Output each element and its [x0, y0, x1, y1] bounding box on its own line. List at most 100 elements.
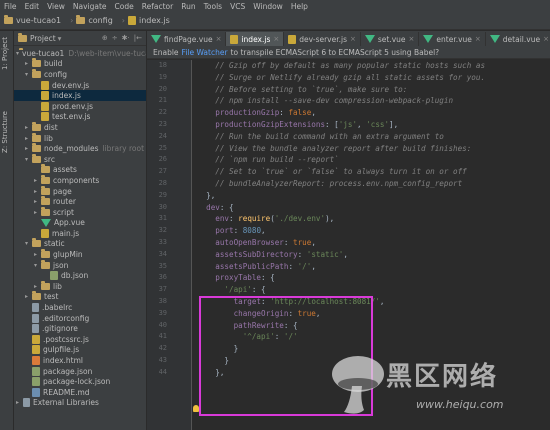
chevron-right-icon[interactable]: ▸ [25, 124, 32, 131]
close-icon[interactable]: × [475, 35, 481, 43]
tree-item[interactable]: ▸ lib [14, 280, 146, 292]
chevron-down-icon[interactable]: ▾ [25, 156, 32, 163]
chevron-right-icon[interactable]: ▸ [34, 209, 41, 216]
tab-dev-server-js[interactable]: dev-server.js × [284, 32, 361, 46]
menu-item-tools[interactable]: Tools [200, 2, 226, 11]
menu-item-navigate[interactable]: Navigate [69, 2, 111, 11]
menu-item-help[interactable]: Help [287, 2, 312, 11]
menu-item-run[interactable]: Run [177, 2, 199, 11]
structure-tool-tab[interactable]: Z: Structure [1, 111, 9, 153]
tree-item[interactable]: ▸ lib [14, 132, 146, 144]
chevron-right-icon[interactable]: ▸ [34, 251, 41, 258]
close-icon[interactable]: × [273, 35, 279, 43]
chevron-down-icon[interactable]: ▾ [34, 262, 41, 269]
menu-item-window[interactable]: Window [249, 2, 287, 11]
chevron-right-icon[interactable]: ▸ [25, 135, 32, 142]
lightbulb-icon[interactable] [193, 405, 199, 412]
tab-index-js[interactable]: index.js × [226, 32, 285, 46]
menu-item-code[interactable]: Code [111, 2, 138, 11]
tree-item-label: db.json [61, 271, 89, 281]
tree-item[interactable]: ▸ test [14, 291, 146, 303]
code-token: , [379, 296, 385, 306]
breadcrumb-project[interactable]: vue-tucao1 [4, 15, 61, 25]
locate-icon[interactable]: ⊕ [102, 34, 108, 42]
tab-enter-vue[interactable]: enter.vue × [419, 32, 486, 46]
tree-item[interactable]: package.json [14, 366, 146, 377]
tree-item[interactable]: gulpfile.js [14, 345, 146, 356]
project-panel-title[interactable]: Project [30, 34, 56, 43]
settings-icon[interactable]: ✱· [122, 34, 130, 42]
tree-item[interactable]: test.env.js [14, 112, 146, 123]
collapse-icon[interactable]: ÷ [112, 34, 118, 42]
code-token: , [357, 119, 367, 129]
project-panel-header: Project ▾ ⊕ ÷ ✱· |← [14, 31, 146, 46]
chevron-down-icon[interactable]: ▾ [25, 71, 32, 78]
tree-item-label: External Libraries [33, 398, 99, 408]
tree-item-label: .gitignore [42, 324, 78, 334]
code-token: , [261, 226, 266, 236]
menu-item-file[interactable]: File [0, 2, 21, 11]
tree-item[interactable]: .postcssrc.js [14, 334, 146, 345]
tree-item[interactable]: ▸ components [14, 174, 146, 186]
breadcrumb-config[interactable]: config [76, 15, 113, 25]
tree-item[interactable]: ▸ script [14, 206, 146, 218]
menu-item-refactor[interactable]: Refactor [138, 2, 177, 11]
tree-item[interactable]: ▸ page [14, 185, 146, 197]
tree-item[interactable]: db.json [14, 270, 146, 281]
tab-label: dev-server.js [299, 34, 347, 44]
tree-item[interactable]: ▾vue-tucao1D:\web-item\vue-tucao1 [14, 47, 146, 59]
tree-item[interactable]: .babelrc [14, 302, 146, 313]
file-watcher-link[interactable]: File Watcher [182, 48, 228, 57]
tree-item-label: test [44, 292, 59, 302]
tree-item[interactable]: ▾ json [14, 259, 146, 271]
tree-item[interactable]: ▸ build [14, 58, 146, 70]
tree-item-label: package.json [43, 366, 93, 376]
project-tool-tab[interactable]: 1: Project [1, 37, 9, 70]
chevron-right-icon[interactable]: ▸ [34, 198, 41, 205]
chevron-down-icon[interactable]: ▾ [16, 50, 19, 57]
tree-item[interactable]: dev.env.js [14, 80, 146, 91]
chevron-right-icon[interactable]: ▸ [16, 399, 23, 406]
tree-item[interactable]: ▸ node_modules library root [14, 143, 146, 154]
tree-item[interactable]: main.js [14, 228, 146, 239]
tree-item[interactable]: package-lock.json [14, 376, 146, 387]
tab-label: index.js [241, 34, 271, 44]
tree-item[interactable]: ▸ router [14, 196, 146, 207]
tree-item[interactable]: prod.env.js [14, 101, 146, 112]
tree-item[interactable]: ▸ glupMin [14, 249, 146, 260]
menu-item-vcs[interactable]: VCS [226, 2, 249, 11]
tree-item[interactable]: index.js [14, 90, 146, 101]
chevron-right-icon[interactable]: ▸ [34, 283, 41, 290]
tree-item[interactable]: App.vue [14, 218, 146, 229]
tree-item[interactable]: ▸ dist [14, 121, 146, 133]
tree-item[interactable]: ▾ src [14, 153, 146, 165]
chevron-right-icon[interactable]: ▸ [25, 145, 32, 152]
breadcrumb-file[interactable]: index.js [128, 16, 170, 25]
tree-item[interactable]: .editorconfig [14, 313, 146, 324]
folder-icon [76, 15, 86, 24]
tab-detail-vue[interactable]: detail.vue × [486, 32, 550, 46]
tab-findPage-vue[interactable]: findPage.vue × [147, 32, 227, 46]
close-icon[interactable]: × [216, 35, 222, 43]
hide-icon[interactable]: |← [134, 34, 142, 42]
folder-icon [41, 280, 50, 290]
tree-item[interactable]: .gitignore [14, 323, 146, 334]
chevron-right-icon[interactable]: ▸ [34, 177, 41, 184]
tree-item[interactable]: index.html [14, 355, 146, 366]
chevron-right-icon[interactable]: ▸ [25, 293, 32, 300]
chevron-right-icon[interactable]: ▸ [34, 188, 41, 195]
chevron-right-icon[interactable]: ▸ [25, 60, 32, 67]
close-icon[interactable]: × [409, 35, 415, 43]
tree-item[interactable]: ▾ config [14, 68, 146, 80]
tree-item[interactable]: README.md [14, 387, 146, 398]
menu-item-edit[interactable]: Edit [21, 2, 44, 11]
tree-item[interactable]: ▾ static [14, 238, 146, 250]
tree-item[interactable]: ▸ External Libraries [14, 398, 146, 409]
close-icon[interactable]: × [350, 35, 356, 43]
menu-item-view[interactable]: View [43, 2, 69, 11]
close-icon[interactable]: × [543, 35, 549, 43]
tab-set-vue[interactable]: set.vue × [361, 32, 420, 46]
chevron-down-icon[interactable]: ▾ [58, 34, 62, 43]
chevron-down-icon[interactable]: ▾ [25, 240, 32, 247]
tree-item[interactable]: assets [14, 164, 146, 176]
